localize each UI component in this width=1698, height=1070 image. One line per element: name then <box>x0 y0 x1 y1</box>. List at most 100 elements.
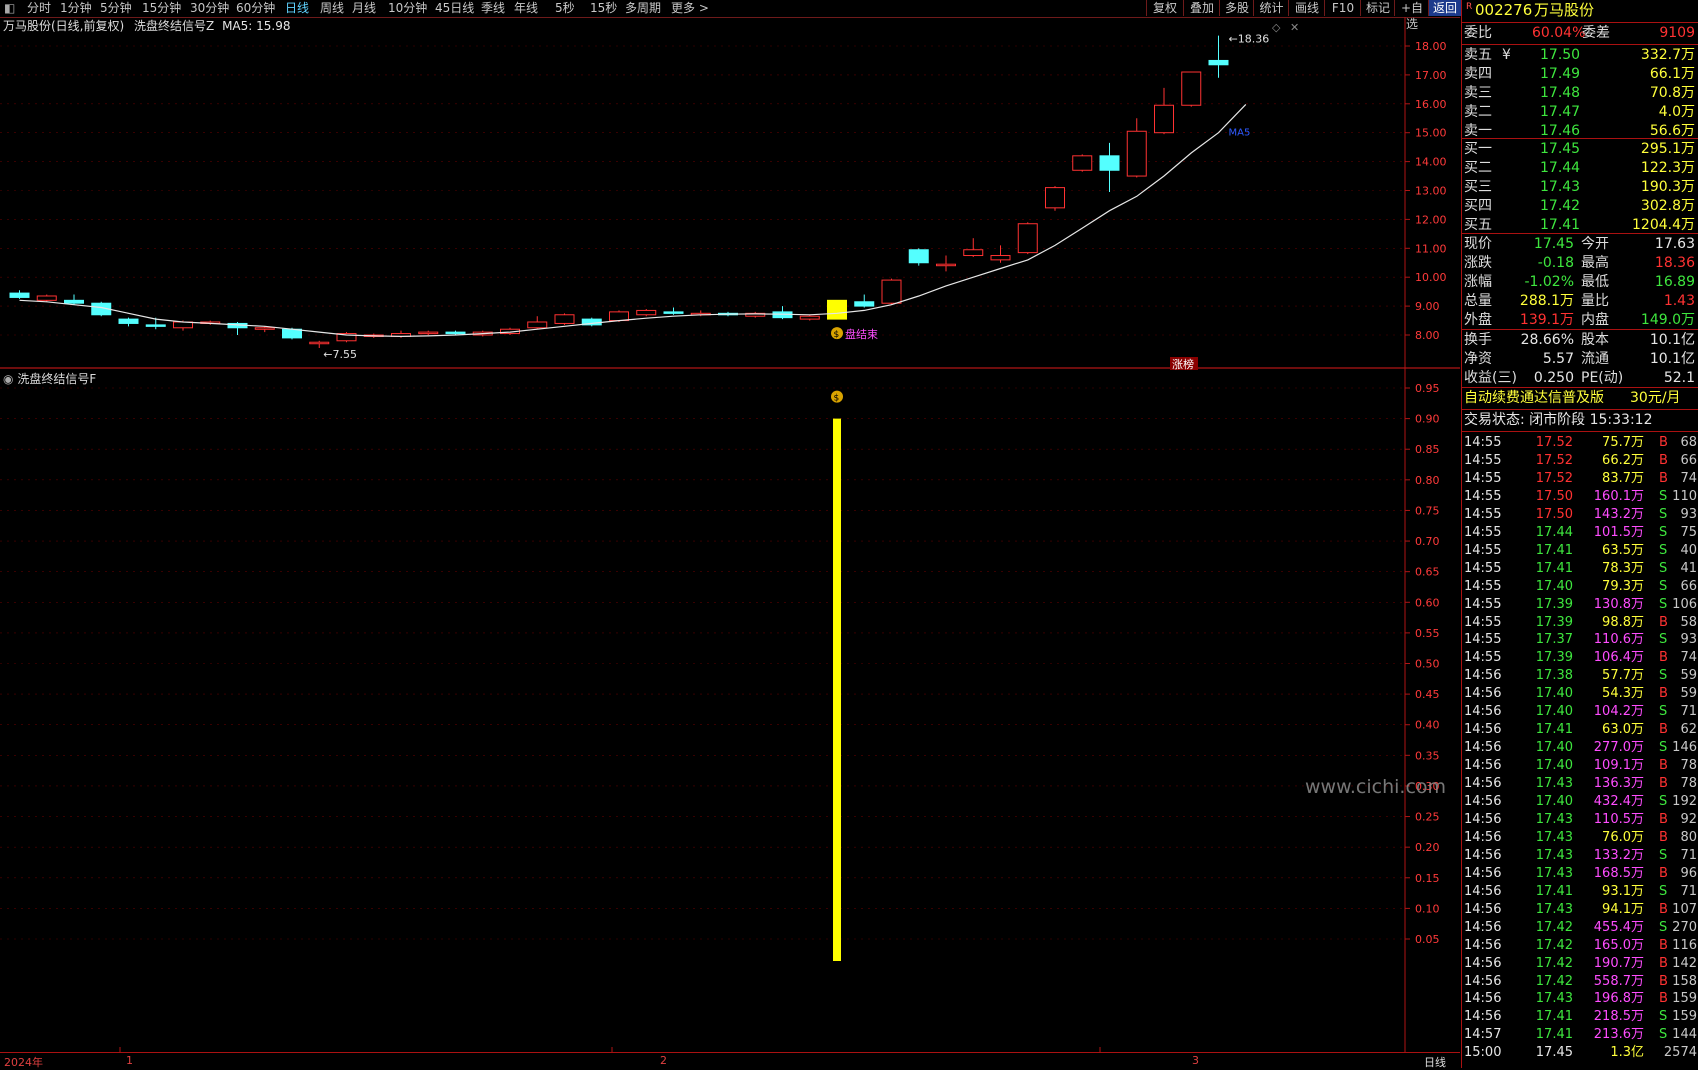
tick-row: 14:55 17.37 110.6万 S 93 <box>1462 631 1698 649</box>
tick-time: 14:55 <box>1464 488 1502 504</box>
chart-area[interactable]: 18.00 17.00 16.00 15.00 14.00 13.00 12.00 11.00… <box>0 17 1460 1052</box>
tick-time: 14:56 <box>1464 668 1502 684</box>
tick-time: 14:55 <box>1464 596 1502 612</box>
tick-row: 14:56 17.43 136.3万 B 78 <box>1462 775 1698 793</box>
tick-count: 78 <box>1680 776 1697 792</box>
tick-row: 14:56 17.40 109.1万 B 78 <box>1462 757 1698 775</box>
ma5-tag: MA5 <box>1229 128 1251 139</box>
tick-volume: 109.1万 <box>1593 758 1644 774</box>
tick-price: 17.43 <box>1535 829 1573 845</box>
money-bag-symbol: $ <box>834 330 840 340</box>
timeframe-tab[interactable]: 年线 <box>514 0 538 17</box>
indicator-name[interactable]: 洗盘终结信号Z <box>134 19 214 33</box>
tick-row: 14:55 17.39 106.4万 B 74 <box>1462 649 1698 667</box>
candle-body <box>1099 155 1120 171</box>
tick-time: 14:55 <box>1464 614 1502 630</box>
toolbar-button[interactable]: 复权 <box>1146 0 1183 16</box>
tick-side: S <box>1659 542 1668 558</box>
ask-label: 卖四 <box>1464 66 1492 82</box>
quote-label: 内盘 <box>1581 312 1609 328</box>
tick-side: B <box>1659 973 1668 989</box>
candle-body <box>282 328 302 339</box>
tick-side: S <box>1659 578 1668 594</box>
candle-body <box>445 331 466 335</box>
y-tick-label: 0.85 <box>1415 443 1440 456</box>
tick-count: 93 <box>1680 632 1697 648</box>
indicator-bar <box>833 418 841 962</box>
tick-time: 14:56 <box>1464 740 1502 756</box>
tick-price: 17.50 <box>1535 506 1573 522</box>
quote-value: 288.1万 <box>1519 293 1574 309</box>
y-tick-label: 0.70 <box>1415 535 1440 548</box>
tick-count: 59 <box>1680 668 1697 684</box>
toolbar-button[interactable]: 返回 <box>1428 0 1461 16</box>
y-tick-label: 0.20 <box>1415 841 1440 854</box>
tick-volume: 94.1万 <box>1602 901 1644 917</box>
toolbar-button[interactable]: +自选 <box>1394 0 1429 31</box>
timeframe-tab[interactable]: 30分钟 <box>190 0 229 17</box>
timeframe-tab[interactable]: 季线 <box>481 0 505 17</box>
tick-count: 40 <box>1680 542 1697 558</box>
fund-value: 28.66% <box>1520 332 1574 348</box>
tick-row: 14:56 17.43 94.1万 B 107 <box>1462 901 1698 919</box>
tick-time: 15:00 <box>1464 1045 1502 1061</box>
y-tick-label: 17.00 <box>1415 69 1447 82</box>
tick-side: S <box>1659 883 1668 899</box>
fund-label: 股本 <box>1581 332 1609 348</box>
quote-value: -1.02% <box>1524 274 1574 290</box>
tick-row: 14:56 17.42 558.7万 B 158 <box>1462 973 1698 991</box>
timeframe-tab[interactable]: 5秒 <box>555 0 575 17</box>
fund-row: 净资 5.57 流通 10.1亿 <box>1462 350 1698 369</box>
toolbar-button[interactable]: 标记 <box>1360 0 1395 16</box>
y-tick-label: 0.75 <box>1415 504 1440 517</box>
toolbar-button[interactable]: 画线 <box>1288 0 1325 16</box>
timeframe-tab[interactable]: 1分钟 <box>60 0 92 17</box>
tick-time: 14:56 <box>1464 973 1502 989</box>
tick-volume: 1.3亿 <box>1610 1045 1644 1061</box>
timeframe-tab[interactable]: 10分钟 <box>388 0 427 17</box>
timeframe-tab[interactable]: 5分钟 <box>100 0 132 17</box>
ask-label: 卖三 <box>1464 85 1492 101</box>
timeframe-tab[interactable]: 月线 <box>352 0 376 17</box>
tick-price: 17.41 <box>1535 1009 1573 1025</box>
y-tick-label: 0.60 <box>1415 596 1440 609</box>
toolbar-button[interactable]: 叠加 <box>1183 0 1220 16</box>
timeframe-tab[interactable]: 周线 <box>320 0 344 17</box>
timeframe-tab[interactable]: 45日线 <box>435 0 474 17</box>
candle-body <box>36 295 57 301</box>
promo-row[interactable]: 自动续费通达信普及版 30元/月 <box>1462 389 1698 408</box>
timeframe-tab[interactable]: 更多 > <box>671 0 709 17</box>
timeframe-tab[interactable]: 分时 <box>27 0 51 17</box>
candle-body <box>881 279 902 304</box>
promo-price[interactable]: 30元/月 <box>1630 389 1681 408</box>
diff-value: 9109 <box>1659 25 1695 41</box>
tick-volume: 136.3万 <box>1593 776 1644 792</box>
timeframe-tab[interactable]: 日线 <box>285 0 309 17</box>
toolbar-button[interactable]: F10 <box>1324 0 1361 16</box>
tick-row: 14:56 17.40 104.2万 S 71 <box>1462 703 1698 721</box>
toolbar-button[interactable]: 多股 <box>1219 0 1254 16</box>
tick-time: 14:56 <box>1464 883 1502 899</box>
kline-chart[interactable]: 18.00 17.00 16.00 15.00 14.00 13.00 12.00 11.00… <box>0 17 1460 1052</box>
tick-price: 17.41 <box>1535 542 1573 558</box>
y-tick-label: 0.10 <box>1415 902 1440 915</box>
tick-volume: 78.3万 <box>1602 560 1644 576</box>
timeframe-tab[interactable]: 15秒 <box>590 0 617 17</box>
timeframe-tab[interactable]: 多周期 <box>625 0 661 17</box>
tick-time: 14:57 <box>1464 1027 1502 1043</box>
toolbar-button[interactable]: 统计 <box>1253 0 1289 16</box>
timeframe-tab[interactable]: 60分钟 <box>236 0 275 17</box>
tick-price: 17.40 <box>1535 758 1573 774</box>
ask-volume: 70.8万 <box>1649 85 1695 101</box>
sub-indicator-name[interactable]: 洗盘终结信号F <box>17 372 96 386</box>
tick-count: 75 <box>1680 524 1697 540</box>
y-tick-label: 12.00 <box>1415 213 1447 226</box>
timeframe-tab[interactable]: 15分钟 <box>142 0 181 17</box>
fund-value: 5.57 <box>1542 351 1574 367</box>
candle-body <box>1181 71 1202 106</box>
promo-text[interactable]: 自动续费通达信普及版 <box>1464 389 1604 408</box>
layout-toggle-icon[interactable]: ◧ <box>4 0 15 17</box>
tick-count: 78 <box>1680 758 1697 774</box>
sub-chart-menu-icon[interactable]: ◉ <box>3 372 13 386</box>
tick-row: 14:55 17.39 98.8万 B 58 <box>1462 614 1698 632</box>
